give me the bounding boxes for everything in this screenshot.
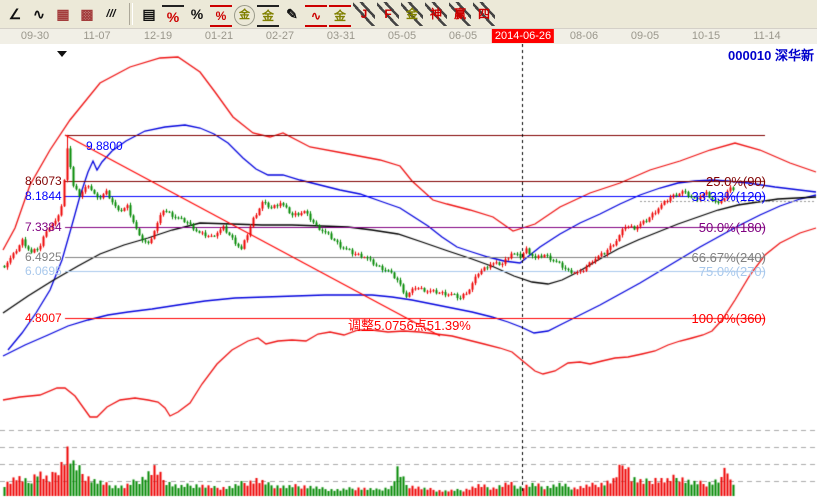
retracement-annotation: 调整5.0756点51.39% bbox=[348, 319, 471, 332]
chart-area: 9.8800 8.6073 25.0%(90) 8.1844 33.33%(120) 7.… bbox=[0, 44, 817, 497]
date-tick: 11-07 bbox=[83, 30, 110, 42]
toolbar: ∠∿▦▩///▤%%%金金✎∿金JF金神赢四 bbox=[0, 0, 817, 29]
gold-lines-icon[interactable]: 金 bbox=[257, 5, 279, 27]
gann-percent-label: 75.0%(270) bbox=[699, 265, 766, 278]
ying-angle-icon[interactable]: 赢 bbox=[449, 2, 471, 26]
gann-price-label: 6.4925 bbox=[25, 251, 62, 264]
wave-lines-icon[interactable]: ∿ bbox=[305, 5, 327, 27]
percent-lines-icon[interactable]: % bbox=[210, 5, 232, 27]
date-tick: 09-30 bbox=[21, 30, 49, 42]
grid-icon[interactable]: ▦ bbox=[52, 2, 74, 26]
date-tick: 03-31 bbox=[327, 30, 355, 42]
shen-angle-icon[interactable]: 神 bbox=[425, 2, 447, 26]
date-tick-highlighted: 2014-06-26 bbox=[492, 29, 554, 43]
gann-price-label: 4.8007 bbox=[25, 312, 62, 325]
date-tick: 05-05 bbox=[388, 30, 416, 42]
pencil-icon[interactable]: ✎ bbox=[281, 2, 303, 26]
date-tick: 12-19 bbox=[144, 30, 172, 42]
gann-grid-icon[interactable]: ▩ bbox=[76, 2, 98, 26]
high-point-marker-icon bbox=[57, 51, 67, 57]
gann-percent-label: 33.33%(120) bbox=[692, 190, 766, 203]
date-tick: 10-15 bbox=[692, 30, 720, 42]
price-scale-icon[interactable]: ▤ bbox=[138, 2, 160, 26]
gann-price-label: 9.8800 bbox=[86, 140, 123, 153]
parallel-lines-icon[interactable]: /// bbox=[100, 2, 122, 26]
date-tick: 08-06 bbox=[570, 30, 598, 42]
gann-price-label: 6.0695 bbox=[25, 265, 62, 278]
f-angle-icon[interactable]: F bbox=[377, 2, 399, 26]
date-tick: 06-05 bbox=[449, 30, 477, 42]
gann-percent-label: 100.0%(360) bbox=[692, 312, 766, 325]
gold-coin-icon[interactable]: 金 bbox=[234, 5, 255, 26]
date-tick: 09-05 bbox=[631, 30, 659, 42]
date-axis: 09-30 11-07 12-19 01-21 02-27 03-31 05-05 06-05… bbox=[0, 29, 817, 45]
gann-percent-label: 66.67%(240) bbox=[692, 251, 766, 264]
gann-price-label: 8.6073 bbox=[25, 175, 62, 188]
date-tick: 01-21 bbox=[205, 30, 233, 42]
date-tick: 02-27 bbox=[266, 30, 294, 42]
date-tick: 11-14 bbox=[753, 30, 780, 42]
gann-price-label: 7.3384 bbox=[25, 221, 62, 234]
gann-percent-label: 50.0%(180) bbox=[699, 221, 766, 234]
main-chart-canvas[interactable] bbox=[0, 44, 817, 497]
gold-redlines-icon[interactable]: 金 bbox=[329, 5, 351, 27]
stock-analysis-app: ∠∿▦▩///▤%%%金金✎∿金JF金神赢四 09-3011-0712-1901… bbox=[0, 0, 817, 497]
j-angle-icon[interactable]: J bbox=[353, 2, 375, 26]
toolbar-separator bbox=[129, 3, 133, 25]
stock-code-label: 000010 深华新 bbox=[728, 45, 814, 64]
gann-price-label: 8.1844 bbox=[25, 190, 62, 203]
gann-fan-icon[interactable]: ∠ bbox=[4, 2, 26, 26]
zigzag-wave-icon[interactable]: ∿ bbox=[28, 2, 50, 26]
percent-overline-icon[interactable]: % bbox=[162, 5, 184, 27]
gold-angle-icon[interactable]: 金 bbox=[401, 2, 423, 26]
si-angle-icon[interactable]: 四 bbox=[473, 2, 495, 26]
percent-icon[interactable]: % bbox=[186, 2, 208, 26]
gann-percent-label: 25.0%(90) bbox=[706, 175, 766, 188]
